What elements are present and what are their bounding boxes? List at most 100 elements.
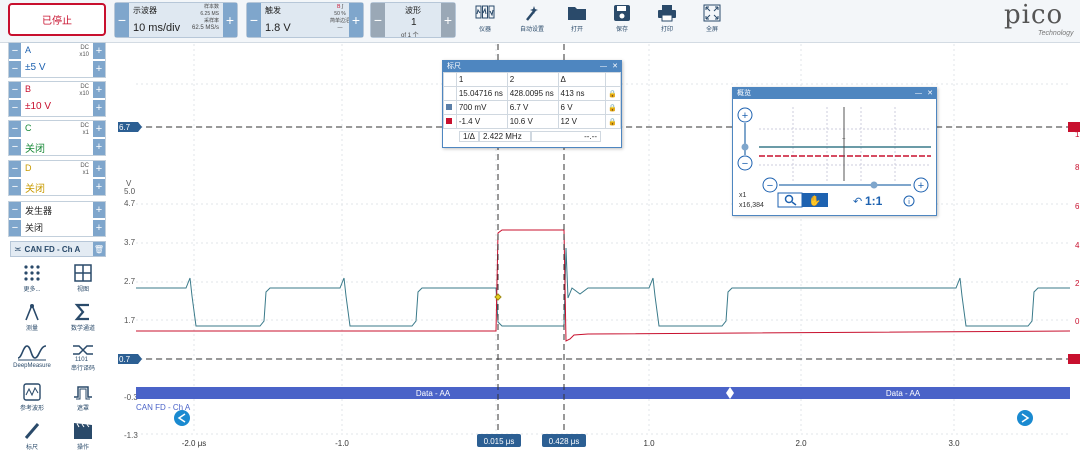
math-channel-button[interactable]: 数学通道 bbox=[60, 303, 106, 339]
svg-text:−: − bbox=[742, 158, 748, 170]
channel-a-plus-button[interactable]: + bbox=[93, 43, 105, 59]
channel-d-minus-button[interactable]: − bbox=[9, 161, 21, 177]
scroll-left-button[interactable] bbox=[174, 410, 190, 426]
channel-b-plus2-button[interactable]: + bbox=[93, 100, 105, 116]
trigger-increase-button[interactable]: + bbox=[349, 3, 363, 37]
deepmeasure-button[interactable]: DeepMeasure bbox=[9, 343, 55, 379]
svg-text:+: + bbox=[742, 110, 748, 122]
fullscreen-icon bbox=[703, 4, 721, 22]
measure-button[interactable]: 测量 bbox=[9, 303, 55, 339]
scroll-right-button[interactable] bbox=[1017, 410, 1033, 426]
ruler-window-header[interactable]: 标尺 — ✕ bbox=[443, 61, 621, 72]
channel-b-plus-button[interactable]: + bbox=[93, 82, 105, 98]
channel-b-minus-button[interactable]: − bbox=[9, 82, 21, 98]
channel-a-range-down-button[interactable]: − bbox=[9, 61, 21, 77]
channel-a-coupling: DC x10 bbox=[79, 45, 89, 58]
minimize-icon[interactable]: — bbox=[915, 88, 922, 99]
generator-plus-button[interactable]: + bbox=[93, 202, 105, 218]
lock-icon[interactable]: 🔒 bbox=[605, 86, 621, 101]
channel-c-plus-button[interactable]: + bbox=[93, 121, 105, 137]
undo-zoom-icon[interactable]: ↶ bbox=[853, 196, 862, 208]
close-icon[interactable]: ✕ bbox=[927, 88, 933, 99]
timebase-value[interactable]: 10 ms/div bbox=[133, 22, 180, 34]
channel-b-minus2-button[interactable]: − bbox=[9, 100, 21, 116]
reference-waveform-button[interactable]: 参考波形 bbox=[9, 383, 55, 419]
decoder-tab[interactable]: ≍ CAN FD - Ch A 🗑 bbox=[10, 241, 106, 257]
vzoom-slider-thumb[interactable] bbox=[741, 143, 749, 151]
timebase-decrease-button[interactable]: − bbox=[115, 3, 129, 37]
channel-c-minus2-button[interactable]: − bbox=[9, 139, 21, 155]
channel-d-plus2-button[interactable]: + bbox=[93, 179, 105, 195]
ruler-row-a: 700 mV 6.7 V 6 V 🔒 bbox=[443, 100, 621, 115]
channel-d-minus2-button[interactable]: − bbox=[9, 179, 21, 195]
lock-icon[interactable]: 🔒 bbox=[605, 114, 621, 129]
open-button[interactable]: 打开 bbox=[555, 4, 599, 38]
waveform-next-button[interactable]: + bbox=[441, 3, 455, 37]
lock-icon[interactable]: 🔒 bbox=[605, 100, 621, 115]
serial-decode-icon: 1101 bbox=[73, 345, 93, 361]
waveform-index[interactable]: 1 bbox=[411, 17, 417, 28]
minimize-icon[interactable]: — bbox=[600, 61, 607, 72]
channel-c-range[interactable]: 关闭 bbox=[25, 140, 45, 155]
hzoom-slider-thumb[interactable] bbox=[870, 181, 878, 189]
y-tick-label: 2.7 bbox=[124, 277, 136, 286]
y-tick-label: 1.7 bbox=[124, 316, 136, 325]
more-button[interactable]: 更多... bbox=[9, 264, 55, 300]
timebase-title: 示波器 bbox=[133, 6, 157, 15]
svg-text:−: − bbox=[767, 180, 773, 192]
generator-minus2-button[interactable]: − bbox=[9, 220, 21, 236]
channel-c-control: − − + + C DC x1 关闭 bbox=[8, 120, 106, 156]
serial-decode-button[interactable]: 1101 串行译码 bbox=[60, 343, 106, 379]
trash-icon[interactable]: 🗑 bbox=[93, 242, 105, 256]
channel-d-range[interactable]: 关闭 bbox=[25, 180, 45, 195]
instrument-button[interactable]: 仪器 bbox=[463, 4, 507, 38]
save-icon bbox=[614, 5, 630, 21]
rising-edge-icon: ʃ bbox=[341, 4, 343, 10]
channel-c-minus-button[interactable]: − bbox=[9, 121, 21, 137]
mask-button[interactable]: 遮罩 bbox=[60, 383, 106, 419]
channel-d-plus-button[interactable]: + bbox=[93, 161, 105, 177]
timebase-increase-button[interactable]: + bbox=[223, 3, 237, 37]
view-button[interactable]: 视图 bbox=[60, 264, 106, 300]
ruler-row-b: -1.4 V 10.6 V 12 V 🔒 bbox=[443, 114, 621, 129]
overview-window[interactable]: 概览 — ✕ + − + − + x1 x16,384 ✋ ↶ 1:1 i bbox=[732, 87, 937, 216]
decode-label-1: Data - AA bbox=[416, 389, 451, 398]
generator-state[interactable]: 关闭 bbox=[25, 221, 43, 234]
print-button[interactable]: 打印 bbox=[645, 4, 689, 38]
zoom-ratio-button[interactable]: 1:1 bbox=[865, 194, 883, 208]
mask-icon bbox=[74, 386, 92, 400]
channel-a-plus2-button[interactable]: + bbox=[93, 61, 105, 77]
decode-bar[interactable] bbox=[136, 387, 1070, 399]
ruler-frequency-row: 1/Δ 2.422 MHz --.-- bbox=[459, 131, 602, 142]
channel-c-plus2-button[interactable]: + bbox=[93, 139, 105, 155]
overview-window-header[interactable]: 概览 — ✕ bbox=[733, 88, 936, 99]
right-cursor-top-marker bbox=[1068, 122, 1080, 132]
svg-text:i: i bbox=[908, 199, 910, 206]
instrument-icon bbox=[475, 5, 495, 19]
svg-text:+: + bbox=[842, 137, 846, 143]
timebase-control: − 示波器 10 ms/div 样本数 6.25 MS 采样率 62.5 MS/… bbox=[114, 2, 238, 38]
waveform-previous-button[interactable]: − bbox=[371, 3, 385, 37]
action-button[interactable]: 操作 bbox=[60, 422, 106, 458]
trigger-decrease-button[interactable]: − bbox=[247, 3, 261, 37]
y-tick-label: -1.3 bbox=[124, 431, 138, 440]
channel-a-name: A bbox=[25, 45, 32, 55]
fullscreen-button[interactable]: 全屏 bbox=[690, 4, 734, 38]
close-icon[interactable]: ✕ bbox=[612, 61, 618, 72]
svg-text:+: + bbox=[918, 180, 924, 192]
overview-content[interactable]: + − + − + x1 x16,384 ✋ ↶ 1:1 i bbox=[733, 99, 936, 215]
ruler-window[interactable]: 标尺 — ✕ 1 2 Δ 15.04716 ns 428.0095 ns 413… bbox=[442, 60, 622, 148]
save-button[interactable]: 保存 bbox=[600, 4, 644, 38]
channel-a-range[interactable]: ±5 V bbox=[25, 62, 46, 73]
ruler-button[interactable]: 标尺 bbox=[9, 422, 55, 458]
run-stop-button[interactable]: 已停止 bbox=[8, 3, 106, 36]
trigger-level[interactable]: 1.8 V bbox=[265, 22, 291, 34]
auto-setup-button[interactable]: 自动设置 bbox=[510, 4, 554, 38]
channel-b-range[interactable]: ±10 V bbox=[25, 101, 51, 112]
overview-zoom-y: x16,384 bbox=[739, 202, 764, 209]
channel-b-coupling: DC x10 bbox=[79, 84, 89, 97]
generator-plus2-button[interactable]: + bbox=[93, 220, 105, 236]
sample-info: 样本数 6.25 MS 采样率 62.5 MS/s bbox=[191, 4, 219, 31]
channel-a-range-up-button[interactable]: − bbox=[9, 43, 21, 59]
generator-minus-button[interactable]: − bbox=[9, 202, 21, 218]
